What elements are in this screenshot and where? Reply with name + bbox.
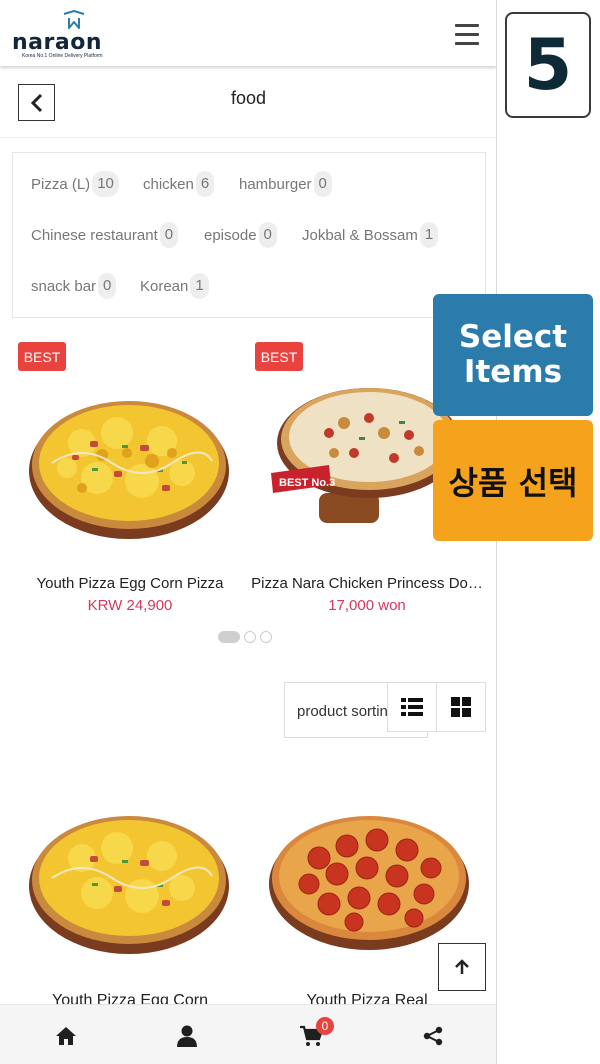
category-label: hamburger [239,175,312,193]
carousel-dot[interactable] [218,631,240,643]
category-count: 0 [258,222,277,248]
logo-wordmark: naraon [12,30,102,55]
select-items-korean-button[interactable]: 상품 선택 [433,420,593,541]
category-count: 0 [98,273,117,299]
best-badge: BEST [255,342,303,371]
category-episode[interactable]: episode 0 [204,222,277,248]
share-icon [423,1026,443,1046]
product-price: KRW 24,900 [87,597,173,614]
category-label: Pizza (L) [31,175,91,193]
category-count: 10 [92,171,119,197]
category-label: Jokbal & Bossam [302,226,418,244]
category-snack-bar[interactable]: snack bar 0 [31,273,117,299]
category-chinese-restaurant[interactable]: Chinese restaurant 0 [31,222,179,248]
list-view-icon [401,698,423,716]
logo-tagline: Korea No.1 Online Delivery Platform [22,53,103,59]
page-title: food [230,88,267,108]
pizza-egg-corn-image [29,816,229,954]
category-label: Korean [140,277,189,295]
hamburger-menu-icon[interactable] [455,24,479,46]
select-items-line1: Select [458,319,568,355]
product-name: Youth Pizza Egg Corn Pizza [36,575,224,592]
grid-view-button[interactable] [436,682,486,732]
pizza-pepperoni-image [269,816,469,950]
select-items-line2: Items [463,354,563,390]
category-label: episode [204,226,257,244]
category-jokbal-bossam[interactable]: Jokbal & Bossam 1 [302,222,439,248]
category-count: 0 [159,222,179,248]
category-label: chicken [143,175,194,193]
bottom-navigation: 0 [0,1004,496,1064]
category-hamburger[interactable]: hamburger 0 [239,171,332,197]
category-count: 0 [313,171,332,197]
home-icon [56,1027,76,1045]
category-chicken[interactable]: chicken 6 [143,171,215,197]
nav-cart[interactable]: 0 [298,1017,334,1049]
best-product-card[interactable]: BEST Youth Pizza Egg Corn Pizza KRW 24,9… [12,337,248,627]
category-pizza[interactable]: Pizza (L) 10 [31,171,119,197]
step-number-badge: 5 [505,12,591,118]
nav-share[interactable] [420,1023,446,1049]
pizza-egg-corn-image [29,401,229,539]
category-label: Chinese restaurant [31,226,158,244]
best-no3-stamp: BEST No.3 [279,477,335,489]
grid-view-icon [451,697,471,717]
category-count: 6 [195,171,215,197]
product-name: Pizza Nara Chicken Princess Do… [251,575,483,592]
naraon-logo[interactable]: naraon Korea No.1 Online Delivery Platfo… [12,10,103,59]
user-icon [177,1025,197,1047]
cart-count-badge: 0 [316,1017,334,1035]
category-label: snack bar [31,277,97,295]
category-count: 1 [419,222,439,248]
logo-mark-icon [63,10,85,29]
carousel-pagination [218,630,272,644]
list-view-button[interactable] [387,682,437,732]
nav-home[interactable] [53,1023,79,1049]
category-korean[interactable]: Korean 1 [140,273,209,299]
select-items-button[interactable]: Select Items [433,294,593,416]
scroll-to-top-button[interactable] [438,943,486,991]
product-price: 17,000 won [328,597,406,614]
category-count: 1 [190,273,209,299]
best-badge: BEST [18,342,66,371]
carousel-dot[interactable] [244,631,256,643]
phone-screen: naraon Korea No.1 Online Delivery Platfo… [0,0,497,1064]
nav-my-page[interactable] [174,1023,200,1049]
carousel-dot[interactable] [260,631,272,643]
page-title-bar: food [0,66,496,138]
arrow-up-icon [455,959,469,974]
category-filter-box: Pizza (L) 10 chicken 6 hamburger 0 Chine… [12,152,486,318]
top-app-bar: naraon Korea No.1 Online Delivery Platfo… [0,0,496,66]
product-grid-card[interactable]: Youth Pizza Egg Corn [12,770,248,1010]
